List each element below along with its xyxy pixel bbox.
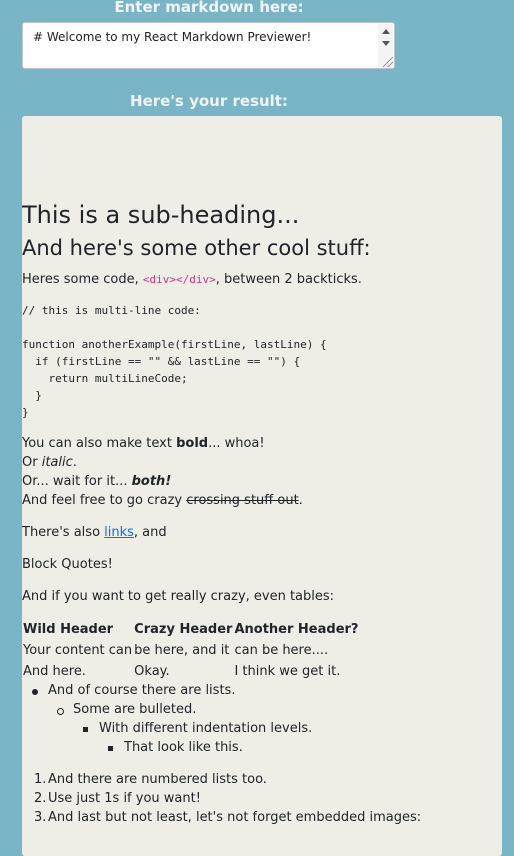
resize-grip-icon[interactable] [383, 57, 393, 67]
numbered-list-item: And last but not least, let's not forget… [48, 810, 422, 825]
table-header: Crazy Header [134, 622, 233, 637]
square-bullet-icon [108, 746, 113, 751]
preview-heading-3: And here's some other cool stuff: [22, 236, 371, 260]
links-paragraph: There's also links, and [22, 525, 167, 540]
list-item: That look like this. [124, 740, 243, 755]
italic-text: italic [41, 455, 73, 470]
table-row: And here. Okay. I think we get it. [22, 661, 359, 682]
italic-before: Or [22, 455, 42, 470]
bold-after: ... whoa! [208, 436, 265, 451]
table-cell: be here, and it [134, 643, 230, 658]
scroll-up-icon[interactable] [382, 29, 390, 34]
numbered-list-item: And there are numbered lists too. [48, 772, 267, 787]
editor-text[interactable]: # Welcome to my React Markdown Previewer… [33, 30, 311, 44]
links-before: There's also [22, 525, 105, 540]
table-cell: I think we get it. [234, 664, 341, 679]
strike-paragraph: And feel free to go crazy crossing stuff… [22, 493, 303, 508]
table-cell: can be here.... [234, 643, 329, 658]
scroll-down-icon[interactable] [382, 41, 390, 46]
bold-paragraph: You can also make text bold... whoa! [22, 436, 265, 451]
table-header: Wild Header [23, 622, 114, 637]
circle-bullet-icon [57, 708, 64, 715]
list-number: 2. [34, 791, 47, 806]
strike-before: And feel free to go crazy [22, 493, 187, 508]
editor-label: Enter markdown here: [114, 0, 304, 16]
bold-before: You can also make text [22, 436, 177, 451]
list-number: 1. [34, 772, 47, 787]
code-block: // this is multi-line code: function ano… [22, 304, 327, 419]
numbered-list-item: Use just 1s if you want! [48, 791, 201, 806]
table-row: Your content can be here, and it can be … [22, 640, 359, 661]
inline-code: <div></div> [142, 273, 216, 286]
markdown-editor[interactable]: # Welcome to my React Markdown Previewer… [22, 22, 395, 69]
square-bullet-icon [83, 727, 88, 732]
list-item: And of course there are lists. [48, 683, 236, 698]
bold-text: bold [176, 436, 209, 451]
strike-after: . [298, 493, 303, 508]
italic-after: . [72, 455, 77, 470]
preview-pane: This is a sub-heading... And here's some… [22, 116, 502, 856]
markdown-table: Wild Header Crazy Header Another Header?… [22, 619, 359, 682]
list-item: Some are bulleted. [73, 702, 197, 717]
list-number: 3. [34, 810, 47, 825]
strike-text: crossing stuff out [186, 493, 299, 508]
preview-subheading: This is a sub-heading... [22, 201, 300, 229]
disc-bullet-icon [32, 689, 38, 695]
table-header: Another Header? [234, 622, 359, 637]
both-paragraph: Or... wait for it... both! [22, 474, 171, 489]
table-cell: Okay. [134, 664, 170, 679]
links-link[interactable]: links [104, 525, 134, 540]
tables-intro: And if you want to get really crazy, eve… [22, 589, 335, 604]
table-cell: And here. [23, 664, 86, 679]
result-label: Here's your result: [130, 92, 288, 110]
both-text: both! [131, 474, 172, 489]
links-after: , and [133, 525, 167, 540]
italic-paragraph: Or italic. [22, 455, 77, 470]
inline-code-before: Heres some code, [22, 272, 143, 287]
both-before: Or... wait for it... [22, 474, 132, 489]
blockquote: Block Quotes! [22, 557, 113, 572]
table-header-row: Wild Header Crazy Header Another Header? [22, 619, 359, 640]
inline-code-paragraph: Heres some code, <div></div>, between 2 … [22, 272, 362, 287]
inline-code-after: , between 2 backticks. [215, 272, 362, 287]
list-item: With different indentation levels. [99, 721, 313, 736]
table-cell: Your content can [23, 643, 133, 658]
